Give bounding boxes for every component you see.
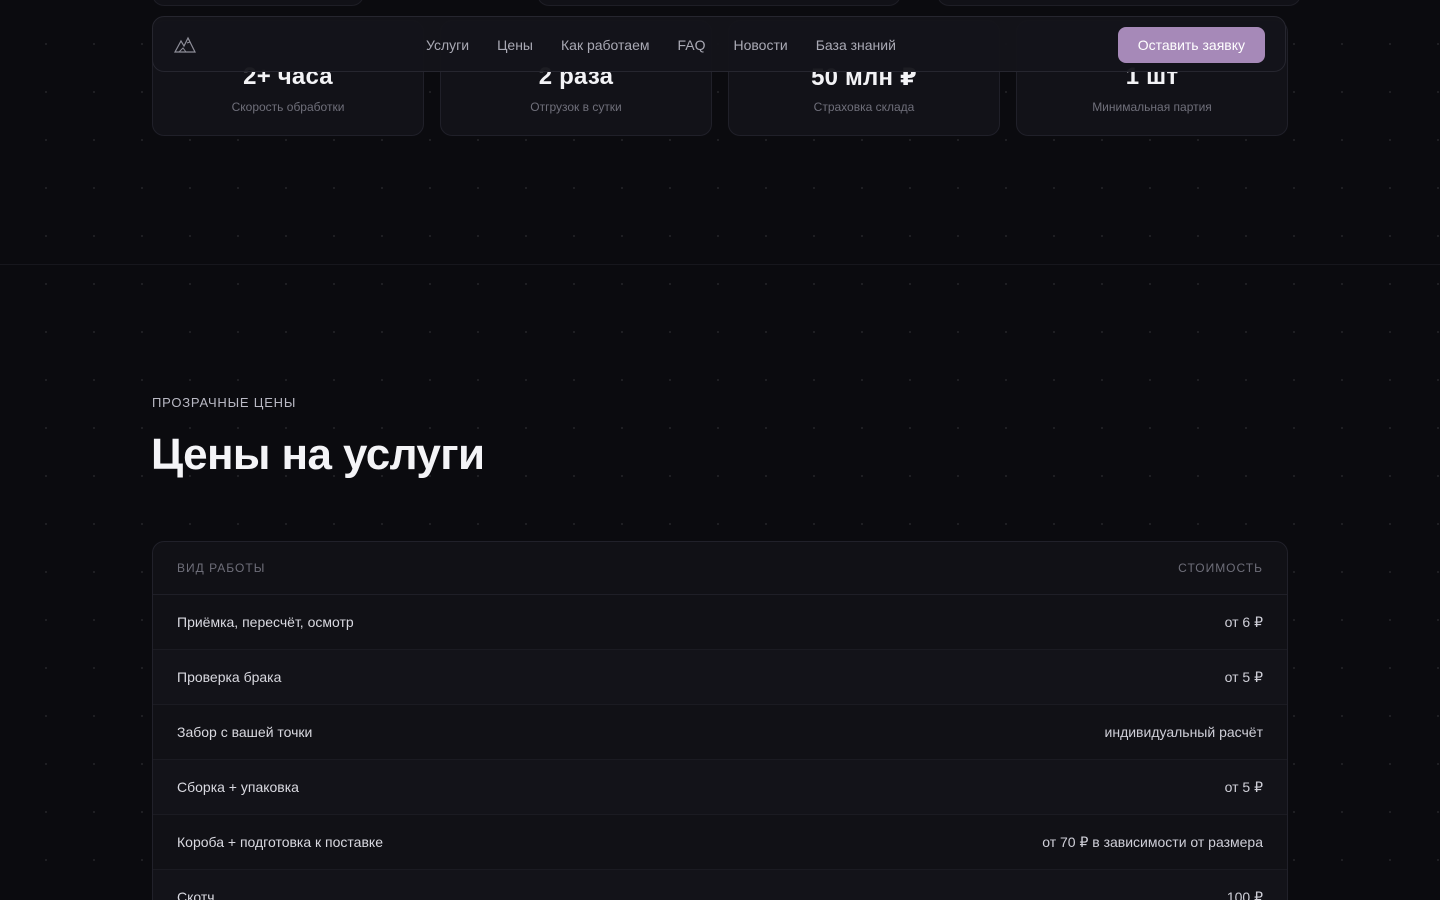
- table-row: Забор с вашей точки индивидуальный расчё…: [153, 705, 1287, 760]
- stat-label: Минимальная партия: [1092, 100, 1212, 114]
- service-name: Короба + подготовка к поставке: [177, 834, 383, 850]
- ghost-card: [537, 0, 901, 6]
- nav-item-news[interactable]: Новости: [734, 37, 788, 53]
- ghost-card: [937, 0, 1301, 6]
- table-row: Проверка брака от 5 ₽: [153, 650, 1287, 705]
- price-table: ВИД РАБОТЫ СТОИМОСТЬ Приёмка, пересчёт, …: [152, 541, 1288, 900]
- nav-item-knowledge-base[interactable]: База знаний: [816, 37, 896, 53]
- column-header-price: СТОИМОСТЬ: [1178, 561, 1263, 575]
- column-header-service: ВИД РАБОТЫ: [177, 561, 266, 575]
- stat-label: Скорость обработки: [231, 100, 345, 114]
- table-row: Скотч 100 ₽: [153, 870, 1287, 900]
- ghost-card: [152, 0, 364, 6]
- page: 2+ часа Скорость обработки 2 раза Отгруз…: [0, 0, 1440, 900]
- section-eyebrow: ПРОЗРАЧНЫЕ ЦЕНЫ: [152, 395, 297, 410]
- nav-item-prices[interactable]: Цены: [497, 37, 533, 53]
- table-row: Приёмка, пересчёт, осмотр от 6 ₽: [153, 595, 1287, 650]
- table-row: Короба + подготовка к поставке от 70 ₽ в…: [153, 815, 1287, 870]
- service-price: от 6 ₽: [1224, 613, 1263, 630]
- service-name: Забор с вашей точки: [177, 724, 313, 740]
- main-nav: Услуги Цены Как работаем FAQ Новости Баз…: [426, 17, 896, 73]
- service-name: Сборка + упаковка: [177, 779, 299, 795]
- service-name: Приёмка, пересчёт, осмотр: [177, 614, 354, 630]
- service-price: от 5 ₽: [1224, 778, 1263, 795]
- section-title: Цены на услуги: [151, 430, 485, 479]
- service-price: 100 ₽: [1226, 888, 1263, 900]
- service-price: от 70 ₽ в зависимости от размера: [1042, 833, 1263, 850]
- service-name: Проверка брака: [177, 669, 282, 685]
- mountain-logo-icon[interactable]: [173, 33, 197, 55]
- section-divider: [0, 264, 1440, 265]
- service-price: индивидуальный расчёт: [1104, 724, 1263, 740]
- service-name: Скотч: [177, 889, 215, 900]
- nav-item-services[interactable]: Услуги: [426, 37, 469, 53]
- nav-item-how-we-work[interactable]: Как работаем: [561, 37, 649, 53]
- site-header: Услуги Цены Как работаем FAQ Новости Баз…: [152, 16, 1286, 72]
- stat-label: Страховка склада: [813, 100, 915, 114]
- previous-cards-edge: [152, 0, 1301, 6]
- table-row: Сборка + упаковка от 5 ₽: [153, 760, 1287, 815]
- service-price: от 5 ₽: [1224, 668, 1263, 685]
- stat-label: Отгрузок в сутки: [530, 100, 622, 114]
- submit-request-button[interactable]: Оставить заявку: [1117, 27, 1265, 63]
- nav-item-faq[interactable]: FAQ: [677, 37, 705, 53]
- table-header: ВИД РАБОТЫ СТОИМОСТЬ: [153, 542, 1287, 595]
